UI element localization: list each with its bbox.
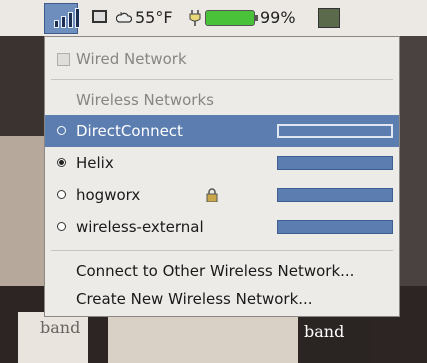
wired-network-label: Wired Network [76, 50, 187, 68]
signal-strength-bar [277, 188, 393, 202]
weather-icon[interactable] [116, 10, 132, 24]
network-item-helix[interactable]: Helix [45, 147, 399, 179]
network-item-hogworx[interactable]: hogworx [45, 179, 399, 211]
network-name: Helix [76, 154, 114, 172]
signal-strength-bar [277, 124, 393, 138]
network-menu: Wired Network Wireless Networks DirectCo… [44, 36, 400, 317]
wireless-networks-header: Wireless Networks [76, 91, 214, 109]
radio-icon [57, 126, 66, 135]
radio-selected-icon [57, 158, 66, 167]
battery-percent[interactable]: 99% [260, 8, 296, 28]
cpu-monitor-icon[interactable] [318, 8, 340, 28]
radio-icon [57, 222, 66, 231]
create-new-network-item[interactable]: Create New Wireless Network... [45, 283, 399, 315]
power-plug-icon [189, 10, 201, 26]
background-text-left: band [40, 318, 81, 337]
weather-temperature[interactable]: 55°F [135, 8, 173, 28]
radio-icon [57, 190, 66, 199]
network-name: DirectConnect [76, 122, 183, 140]
battery-icon[interactable] [205, 10, 258, 26]
network-icon [54, 8, 80, 28]
background-text-right: band [304, 322, 345, 341]
menu-item-wired-network: Wired Network [45, 43, 399, 75]
network-applet-button[interactable] [44, 3, 80, 34]
network-item-wireless-external[interactable]: wireless-external [45, 211, 399, 243]
menu-separator [51, 250, 393, 251]
network-name: wireless-external [76, 218, 204, 236]
signal-strength-bar [277, 220, 393, 234]
network-name: hogworx [76, 186, 141, 204]
checkbox-icon [57, 53, 70, 66]
top-panel: 55°F 99% [0, 0, 427, 36]
screen-icon[interactable] [92, 10, 107, 23]
network-item-directconnect[interactable]: DirectConnect [45, 115, 399, 147]
lock-icon [206, 188, 218, 202]
signal-strength-bar [277, 156, 393, 170]
menu-separator [51, 79, 393, 80]
